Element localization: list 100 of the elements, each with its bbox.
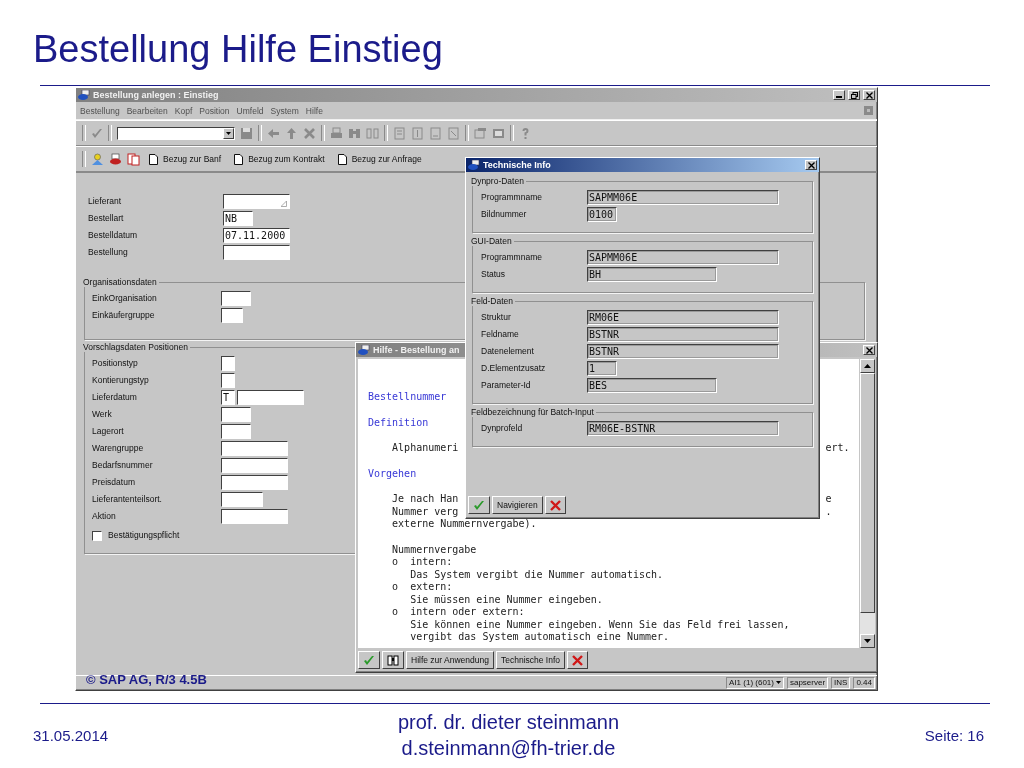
scrollbar[interactable] (859, 359, 875, 648)
field-label: Bestellart (88, 212, 125, 225)
input-field[interactable] (221, 441, 288, 456)
field-label: Bedarfsnummer (92, 459, 154, 472)
input-field[interactable] (221, 458, 288, 473)
layout-icon[interactable] (492, 126, 505, 140)
menu-item[interactable]: Kopf (174, 105, 193, 116)
scrollbar-thumb[interactable] (860, 373, 875, 613)
printer-icon[interactable] (109, 152, 122, 166)
close-icon (865, 91, 873, 99)
input-field[interactable]: BES (587, 378, 717, 393)
field-label: Lieferdatum (92, 391, 138, 404)
command-field[interactable] (117, 126, 235, 140)
toolbar-button[interactable]: Bezug zum Kontrakt (230, 153, 329, 165)
input-field[interactable]: RM06E (587, 310, 779, 325)
copyright-text: © SAP AG, R/3 4.5B (85, 672, 208, 687)
input-field[interactable] (221, 424, 251, 439)
help-text: Das System vergibt die Nummer automatisch. (409, 568, 663, 581)
menu-item[interactable]: Bearbeiten (126, 105, 168, 116)
help-text: o intern oder extern: (391, 606, 525, 619)
server-name: sapserver (786, 676, 829, 689)
input-field[interactable]: 07.11.2000 (223, 228, 290, 243)
help-text: e (825, 493, 833, 506)
field-label: Bestellung (88, 246, 129, 259)
field-label: Feldname (481, 328, 520, 341)
input-field[interactable]: RM06E-BSTNR (587, 421, 779, 436)
dialog-button[interactable]: Navigieren (492, 496, 543, 514)
session-info[interactable]: AI1 (1) (601) (726, 676, 784, 689)
scroll-down-button[interactable] (860, 634, 875, 648)
field-label: Parameter-Id (481, 379, 532, 392)
field-label: Programmname (481, 251, 543, 264)
input-field[interactable] (221, 291, 251, 306)
confirm-button[interactable] (358, 651, 380, 669)
binoculars-button[interactable] (382, 651, 404, 669)
insert-mode: INS (831, 676, 851, 689)
input-field[interactable] (221, 407, 251, 422)
input-field[interactable]: T (221, 390, 235, 405)
help-text: o extern: (391, 581, 453, 594)
help-text: Sie können eine Nummer eingeben. Wenn Sie das Feld frei lassen, (409, 618, 790, 631)
input-field[interactable] (237, 390, 304, 405)
input-field[interactable] (221, 373, 235, 388)
input-field[interactable] (221, 475, 288, 490)
input-field[interactable]: SAPMM06E (587, 190, 779, 205)
cancel-button[interactable] (544, 496, 566, 514)
input-field[interactable] (221, 509, 288, 524)
close-button[interactable] (805, 160, 817, 170)
input-field[interactable]: SAPMM06E (587, 250, 779, 265)
field-label: Werk (92, 408, 113, 421)
close-button[interactable] (863, 90, 875, 100)
help-text: Sie müssen eine Nummer eingeben. (409, 593, 603, 606)
input-field[interactable]: 0100 (587, 207, 617, 222)
help-heading: Vorgehen (368, 467, 417, 480)
help-text: . (825, 505, 833, 518)
dialog-button[interactable]: Hilfe zur Anwendung (406, 651, 494, 669)
field-label: Dynprofeld (481, 422, 524, 435)
field-label: Programmname (481, 191, 543, 204)
window-title: Bestellung anlegen : Einstieg (93, 90, 219, 100)
input-field[interactable] (223, 245, 290, 260)
help-heading: Bestellnummer (368, 391, 447, 404)
field-label: Preisdatum (92, 476, 136, 489)
footer-date: 31.05.2014 (33, 726, 109, 744)
input-field[interactable] (221, 308, 243, 323)
input-field[interactable] (221, 492, 263, 507)
caret-icon (226, 131, 231, 135)
confirm-button[interactable] (468, 496, 490, 514)
scroll-up-button[interactable] (860, 359, 875, 373)
save-icon[interactable] (240, 126, 253, 140)
help-heading: Definition (368, 416, 429, 429)
input-field[interactable] (221, 356, 235, 371)
dialog-button[interactable]: Technische Info (495, 651, 566, 669)
cancel-button[interactable] (567, 651, 589, 669)
check-icon (363, 654, 375, 666)
check-icon (473, 499, 485, 511)
menu-item[interactable]: System (270, 105, 299, 116)
toolbar-button[interactable]: Bezug zur Anfrage (333, 153, 426, 165)
menu-item[interactable]: Position (199, 105, 230, 116)
input-field[interactable]: BSTNR (587, 344, 779, 359)
restore-button[interactable] (848, 90, 860, 100)
minimize-button[interactable] (833, 90, 845, 100)
close-icon (807, 161, 815, 169)
field-label: Datenelement (481, 345, 535, 358)
toolbar-button[interactable]: Bezug zur Banf (145, 153, 226, 165)
input-field[interactable]: NB (223, 211, 253, 226)
help-text: vergibt das System automatisch eine Nummer. (409, 631, 670, 644)
field-label: Lagerort (92, 425, 125, 438)
input-field[interactable]: BSTNR (587, 327, 779, 342)
slide-title: Bestellung Hilfe Einstieg (32, 27, 444, 72)
menu-item[interactable]: Bestellung (80, 105, 120, 116)
input-field[interactable]: BH (587, 267, 717, 282)
field-label: D.Elementzusatz (481, 362, 547, 375)
input-field[interactable]: 1 (587, 361, 617, 376)
input-field[interactable] (223, 194, 290, 209)
menu-item[interactable]: Umfeld (236, 105, 264, 116)
copy-icon[interactable] (127, 152, 140, 166)
menu-item[interactable]: Hilfe (305, 105, 323, 116)
field-label: Kontierungstyp (92, 374, 150, 387)
restore-icon (850, 91, 858, 99)
close-button[interactable] (863, 345, 875, 355)
checkbox[interactable] (92, 530, 102, 541)
cancel-icon (572, 654, 584, 666)
